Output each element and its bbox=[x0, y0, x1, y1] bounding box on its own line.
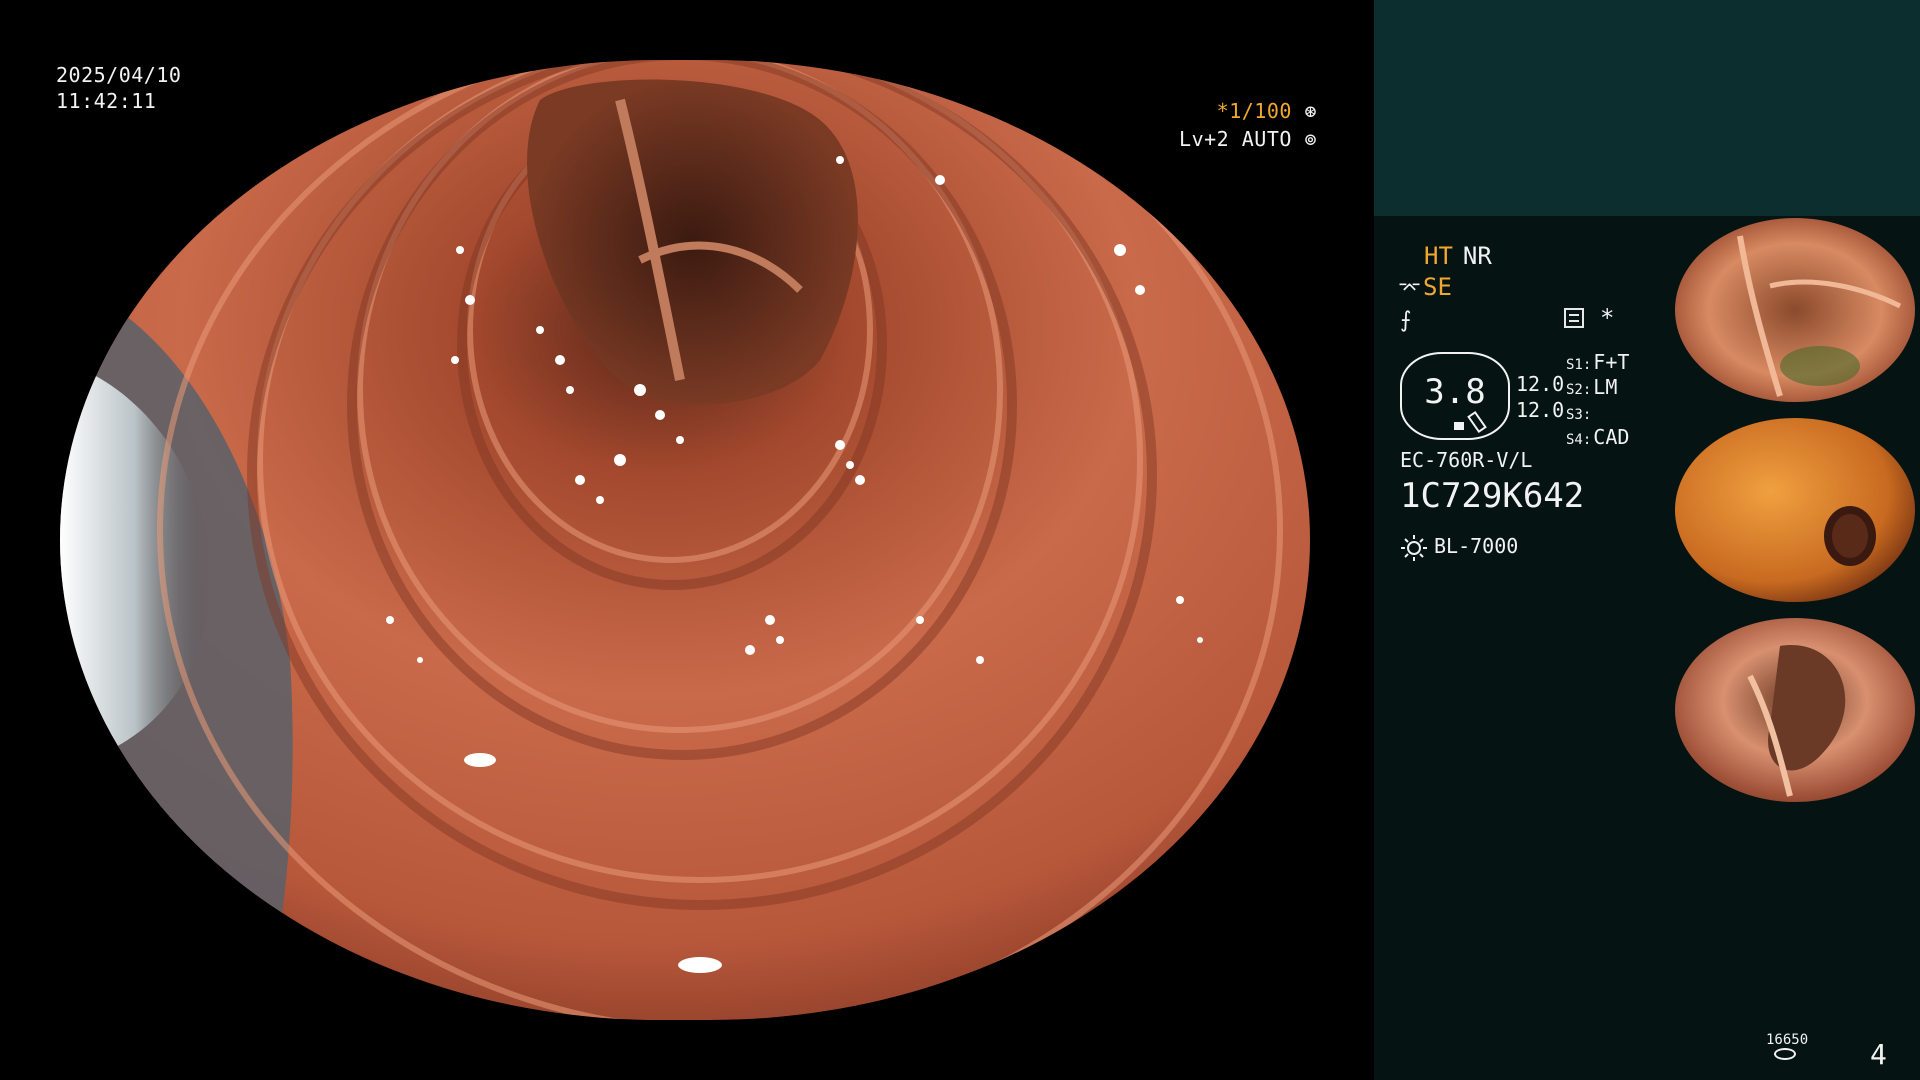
scope-model: EC-760R-V/L bbox=[1400, 448, 1533, 472]
endoscopy-screen: 2025/04/10 11:42:11 *1/100 ⊛ Lv+2 AUTO ⊚… bbox=[0, 0, 1920, 1080]
switch-key: S4: bbox=[1566, 432, 1592, 448]
iris-readout: Lv+2 AUTO ⊚ bbox=[1179, 126, 1317, 152]
structure-enhance-icon: ⌤ bbox=[1398, 276, 1422, 300]
captured-thumbnail-2[interactable] bbox=[1670, 416, 1920, 604]
zoom-needle-icon bbox=[1467, 410, 1487, 434]
parameter-value-1: 12.0 bbox=[1516, 372, 1565, 396]
info-panel: HT NR ⌤SE ⨍ * 3.8 12.0 12.0 S1: F+T S2: LM … bbox=[1374, 216, 1920, 1080]
switch-value: F+T bbox=[1593, 350, 1630, 374]
storage-disk-icon bbox=[1774, 1048, 1796, 1060]
light-source-icon bbox=[1401, 535, 1427, 561]
iris-value: Lv+2 AUTO bbox=[1179, 127, 1292, 151]
image-mode-row: HT NR bbox=[1424, 242, 1492, 270]
scope-serial: 1C729K642 bbox=[1400, 476, 1585, 516]
switch-s2: S2: LM bbox=[1566, 375, 1617, 399]
panel-header bbox=[1374, 0, 1920, 216]
page-number: 4 bbox=[1870, 1038, 1887, 1071]
switch-s4: S4: CAD bbox=[1566, 425, 1629, 449]
thumbnail-image bbox=[1675, 418, 1915, 602]
zoom-badge: 3.8 bbox=[1400, 352, 1510, 440]
zoom-value: 3.8 bbox=[1424, 372, 1486, 412]
shutter-readout: *1/100 ⊛ bbox=[1217, 98, 1317, 124]
captured-thumbnail-1[interactable] bbox=[1670, 216, 1920, 404]
memory-list-icon bbox=[1564, 308, 1584, 328]
switch-key: S3: bbox=[1566, 407, 1592, 423]
switch-s1: S1: F+T bbox=[1566, 350, 1629, 374]
thumbnail-image bbox=[1675, 618, 1915, 802]
shutter-value: *1/100 bbox=[1216, 99, 1292, 123]
thumbnail-image bbox=[1675, 218, 1915, 402]
captured-thumbnail-3[interactable] bbox=[1670, 616, 1920, 804]
mode-ht: HT bbox=[1424, 242, 1453, 270]
light-source-model: BL-7000 bbox=[1434, 534, 1519, 558]
se-label: SE bbox=[1423, 273, 1452, 301]
parameter-value-2: 12.0 bbox=[1516, 398, 1565, 422]
zoom-marker bbox=[1454, 422, 1464, 430]
switch-value: CAD bbox=[1593, 425, 1630, 449]
image-counter: 16650 bbox=[1766, 1032, 1809, 1048]
colon-lumen-image bbox=[60, 60, 1310, 1020]
aperture-icon: ⊛ bbox=[1304, 99, 1317, 123]
structure-enhance-row: ⌤SE bbox=[1398, 273, 1452, 301]
iris-icon: ⊚ bbox=[1304, 127, 1317, 151]
switch-key: S1: bbox=[1566, 357, 1592, 373]
switch-s3: S3: bbox=[1566, 400, 1593, 424]
star-mark: * bbox=[1600, 304, 1615, 332]
time-readout: 11:42:11 bbox=[56, 89, 157, 113]
edge-enhance-icon: ⨍ bbox=[1400, 308, 1412, 333]
date-readout: 2025/04/10 bbox=[56, 63, 182, 87]
switch-key: S2: bbox=[1566, 382, 1592, 398]
switch-value: LM bbox=[1593, 375, 1618, 399]
endoscope-video bbox=[60, 60, 1310, 1020]
mode-nr: NR bbox=[1462, 242, 1492, 270]
